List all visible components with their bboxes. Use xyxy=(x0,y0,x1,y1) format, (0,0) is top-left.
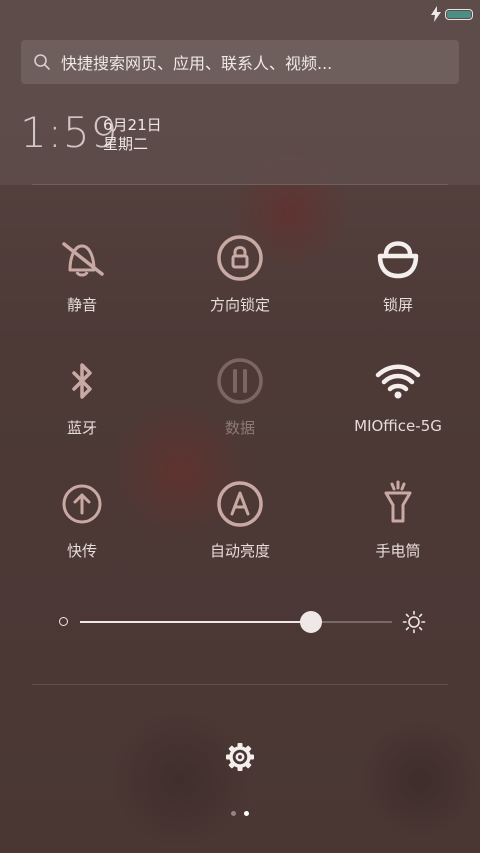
tile-wifi[interactable]: MIOffice-5G xyxy=(318,355,478,435)
page-dot-active[interactable] xyxy=(244,811,249,816)
bluetooth-icon xyxy=(72,363,92,399)
tile-label: 手电筒 xyxy=(375,542,421,560)
tile-flashlight[interactable]: 手电筒 xyxy=(318,478,478,561)
brightness-high-icon xyxy=(402,610,426,634)
clock-date-block: 6月21日 星期二 xyxy=(103,116,162,154)
tile-label: 静音 xyxy=(66,296,97,314)
lock-screen-icon xyxy=(377,241,419,279)
brightness-slider[interactable] xyxy=(55,605,430,639)
mobile-data-icon xyxy=(217,358,263,404)
battery-level xyxy=(447,10,471,18)
brightness-low-icon xyxy=(59,617,68,626)
bolt-icon xyxy=(431,6,441,22)
search-placeholder: 快捷搜索网页、应用、联系人、视频... xyxy=(61,54,333,73)
tile-lock-screen[interactable]: 锁屏 xyxy=(318,232,478,315)
mute-icon xyxy=(62,242,104,277)
divider-top xyxy=(32,184,448,185)
tile-mobile-data[interactable]: 数据 xyxy=(160,355,320,438)
tile-label: 锁屏 xyxy=(382,296,413,314)
quick-transfer-icon xyxy=(62,484,102,524)
tile-label: MIOffice-5G xyxy=(354,417,442,435)
clock-date: 6月21日 xyxy=(103,116,162,134)
gear-icon[interactable] xyxy=(224,741,256,773)
tile-quick-transfer[interactable]: 快传 xyxy=(2,478,162,561)
auto-brightness-icon xyxy=(217,481,263,527)
battery-icon xyxy=(445,8,473,20)
wifi-icon xyxy=(375,364,421,399)
flashlight-icon xyxy=(384,480,412,523)
slider-track[interactable] xyxy=(80,621,392,623)
page-dot[interactable] xyxy=(231,811,236,816)
tile-label: 快传 xyxy=(66,542,97,560)
divider-bottom xyxy=(32,684,448,685)
search-icon xyxy=(34,54,50,70)
tile-label: 方向锁定 xyxy=(209,296,270,314)
slider-thumb[interactable] xyxy=(299,611,322,633)
page-indicator xyxy=(0,811,480,816)
tile-label: 蓝牙 xyxy=(66,419,97,437)
tile-rotation-lock[interactable]: 方向锁定 xyxy=(160,232,320,315)
status-bar xyxy=(431,5,473,23)
tile-bluetooth[interactable]: 蓝牙 xyxy=(2,355,162,438)
slider-fill xyxy=(80,621,311,623)
rotation-lock-icon xyxy=(217,235,263,281)
clock-weekday: 星期二 xyxy=(103,135,149,153)
tile-label: 数据 xyxy=(224,419,255,437)
tile-label: 自动亮度 xyxy=(209,542,270,560)
header-panel xyxy=(0,0,480,185)
tile-auto-brightness[interactable]: 自动亮度 xyxy=(160,478,320,561)
search-bar[interactable]: 快捷搜索网页、应用、联系人、视频... xyxy=(21,40,459,84)
tile-mute[interactable]: 静音 xyxy=(2,232,162,315)
